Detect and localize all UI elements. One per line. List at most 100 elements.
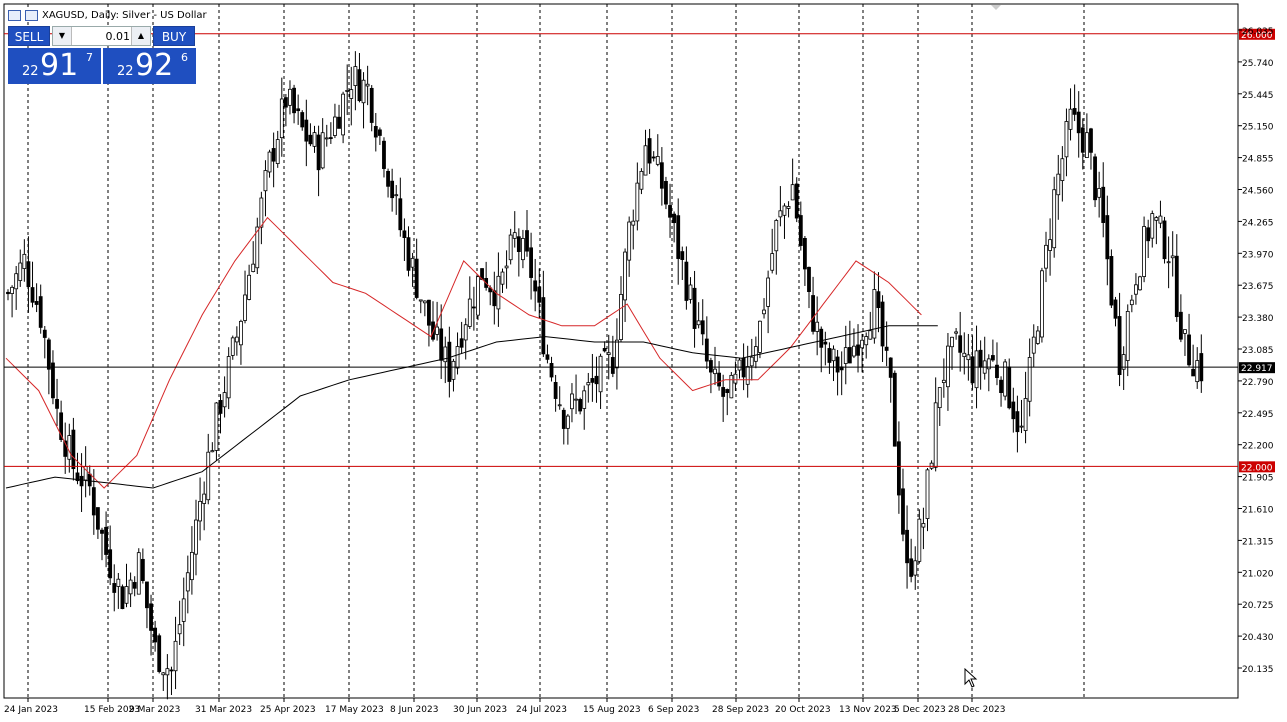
chevron-up-icon[interactable]: ▲ (131, 27, 150, 45)
candle-body (733, 373, 738, 384)
sell-button[interactable]: SELL (8, 26, 50, 46)
candle-body (161, 672, 166, 676)
candle-body (308, 134, 313, 145)
candle-body (328, 137, 333, 139)
candle-body (819, 328, 824, 348)
price-axis[interactable]: 26.035 25.740 25.445 25.150 24.855 24.560 24.2… (1238, 27, 1274, 675)
volume-input[interactable] (72, 28, 130, 44)
candle-body (173, 640, 178, 672)
candle-body (324, 137, 329, 140)
candle-body (561, 409, 566, 429)
candle-body (34, 301, 39, 305)
candle-body (1154, 217, 1159, 221)
candle-body (1007, 366, 1012, 409)
candle-body (1113, 299, 1118, 319)
candle-body (149, 603, 153, 631)
candle-body (872, 289, 877, 339)
price-chart[interactable]: 26.00022.00022.917 26.03525.74025.44525.… (0, 0, 1287, 722)
candle-body (639, 170, 644, 190)
candle-body (234, 336, 239, 343)
sell-price-quote[interactable]: 22 91 7 (8, 48, 101, 84)
candle-body (1089, 128, 1093, 153)
candle-body (876, 291, 881, 309)
candle-body (696, 320, 701, 326)
candle (120, 584, 125, 610)
candle-body (185, 572, 190, 592)
candle-body (999, 379, 1003, 393)
plot-frame (3, 3, 1239, 699)
candle-body (504, 265, 509, 269)
volume-stepper[interactable]: ▼ ▲ (52, 26, 151, 46)
x-tick-label: 28 Sep 2023 (712, 705, 769, 715)
candle-body (312, 132, 317, 147)
x-tick-label: 8 Jun 2023 (390, 705, 438, 715)
candle-body (762, 309, 766, 315)
x-tick-label: 24 Jul 2023 (516, 705, 567, 715)
candle (476, 276, 480, 321)
candle-body (14, 273, 19, 290)
candle (758, 320, 762, 359)
candle-body (500, 271, 505, 285)
candle-body (610, 357, 615, 374)
candle-body (782, 205, 787, 216)
candle-body (950, 336, 954, 348)
candle-body (42, 329, 47, 338)
candle-body (852, 345, 856, 357)
candle-body (333, 116, 337, 136)
candle-body (251, 263, 256, 272)
y-tick-label: 22.495 (1242, 410, 1274, 420)
candle-body (153, 627, 158, 643)
candle-body (214, 402, 219, 451)
candle (1040, 267, 1044, 343)
candle-body (104, 526, 108, 555)
timeframe-icon[interactable] (25, 9, 38, 21)
candle-body (414, 258, 419, 298)
candle-body (451, 360, 456, 380)
buy-button[interactable]: BUY (153, 26, 195, 46)
sell-price-main: 91 (40, 48, 79, 83)
candle-body (1170, 255, 1175, 259)
candle-body (165, 668, 170, 676)
candle-body (316, 134, 321, 171)
candle-body (672, 213, 677, 224)
chart-menu-icon[interactable] (8, 9, 21, 21)
candle-body (909, 558, 914, 577)
candle-body (181, 598, 186, 622)
candle-body (128, 579, 133, 595)
candle-body (1129, 299, 1134, 306)
candle-body (664, 181, 668, 205)
candle-body (361, 79, 366, 104)
candle-body (1183, 329, 1187, 334)
candle-body (112, 583, 117, 593)
time-axis[interactable]: 24 Jan 2023 15 Feb 20239 Mar 2023 31 Mar 2… (4, 698, 1006, 715)
chevron-down-icon[interactable]: ▼ (53, 27, 72, 45)
candle-body (794, 183, 799, 219)
buy-price-quote[interactable]: 22 92 6 (103, 48, 196, 84)
candle-body (243, 294, 247, 321)
candle-body (1019, 425, 1024, 428)
candle-body (108, 549, 113, 579)
candle-body (1072, 108, 1077, 115)
y-tick-label: 22.790 (1242, 378, 1274, 388)
candle-body (1080, 127, 1085, 153)
candle-body (96, 507, 100, 530)
x-tick-label: 13 Nov 2023 (839, 705, 897, 715)
candle-body (970, 356, 975, 384)
candle-body (1109, 256, 1114, 306)
candle-body (974, 350, 979, 389)
candle-body (925, 469, 930, 519)
candle-body (688, 284, 693, 300)
y-tick-label: 23.675 (1242, 282, 1274, 292)
candle-body (606, 352, 611, 355)
y-tick-label: 26.035 (1242, 27, 1274, 37)
candle-body (1023, 398, 1028, 432)
candle (136, 548, 141, 595)
buy-price-prefix: 22 (117, 64, 134, 79)
chart-header: XAGUSD, Daily: Silver - US Dollar (8, 8, 207, 22)
candle (664, 176, 668, 210)
candle-body (320, 132, 325, 169)
candle-body (623, 251, 627, 301)
candle-body (529, 247, 533, 278)
candle-body (169, 669, 174, 672)
candle-body (1015, 411, 1020, 433)
